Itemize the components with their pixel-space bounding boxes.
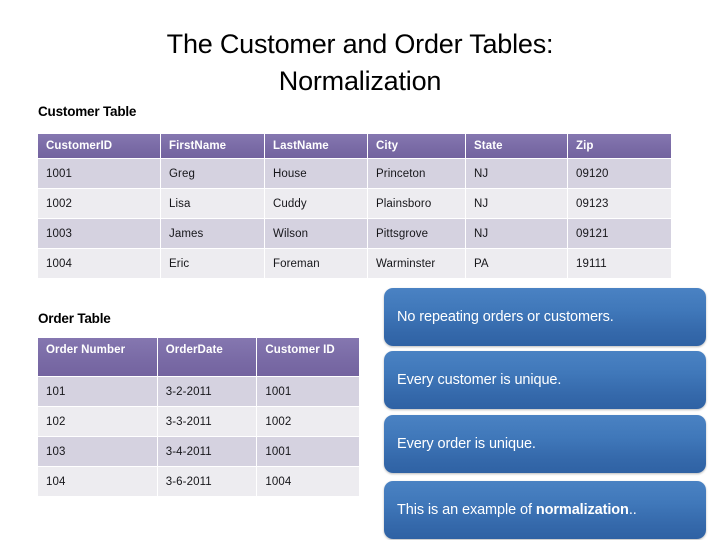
cell-orderdate: 3-4-2011 (157, 437, 257, 466)
cell-order-number: 103 (38, 437, 157, 466)
cell-customerid: 1002 (38, 189, 160, 218)
cell-customerid: 1004 (38, 249, 160, 278)
page-title: The Customer and Order Tables: Normaliza… (60, 26, 660, 100)
cell-city: Plainsboro (368, 189, 465, 218)
table-row: 102 3-3-2011 1002 (38, 407, 359, 436)
column-header-firstname: FirstName (161, 134, 264, 158)
cell-firstname: Lisa (161, 189, 264, 218)
cell-orderdate: 3-3-2011 (157, 407, 257, 436)
callout-customer-unique: Every customer is unique. (384, 351, 706, 409)
table-row: 1004 Eric Foreman Warminster PA 19111 (38, 249, 671, 278)
order-table-label: Order Table (38, 311, 111, 326)
callout-text-prefix: This is an example of (397, 502, 536, 518)
cell-customer-id: 1001 (257, 377, 359, 406)
page-title-line-2: Normalization (278, 66, 442, 96)
cell-customer-id: 1004 (257, 467, 359, 496)
cell-zip: 19111 (568, 249, 671, 278)
cell-customer-id: 1002 (257, 407, 359, 436)
cell-lastname: Cuddy (265, 189, 367, 218)
cell-customerid: 1003 (38, 219, 160, 248)
table-row: 103 3-4-2011 1001 (38, 437, 359, 466)
cell-city: Warminster (368, 249, 465, 278)
cell-lastname: Wilson (265, 219, 367, 248)
cell-lastname: House (265, 159, 367, 188)
column-header-zip: Zip (568, 134, 671, 158)
callout-no-repeating: No repeating orders or customers. (384, 288, 706, 346)
customer-table-label: Customer Table (38, 104, 137, 119)
column-header-lastname: LastName (265, 134, 367, 158)
cell-firstname: Eric (161, 249, 264, 278)
cell-zip: 09123 (568, 189, 671, 218)
callout-normalization-example: This is an example of normalization.. (384, 481, 706, 539)
table-row: 1001 Greg House Princeton NJ 09120 (38, 159, 671, 188)
cell-customer-id: 1001 (257, 437, 359, 466)
cell-city: Princeton (368, 159, 465, 188)
column-header-city: City (368, 134, 465, 158)
callout-text-suffix: .. (628, 502, 637, 518)
callout-text-bold: normalization (535, 502, 629, 518)
cell-state: NJ (466, 189, 567, 218)
cell-order-number: 101 (38, 377, 157, 406)
column-header-customer-id: Customer ID (257, 338, 359, 376)
cell-lastname: Foreman (265, 249, 367, 278)
cell-orderdate: 3-2-2011 (157, 377, 257, 406)
cell-firstname: James (161, 219, 264, 248)
cell-order-number: 104 (38, 467, 157, 496)
page-title-line-1: The Customer and Order Tables: (166, 29, 554, 59)
cell-state: PA (466, 249, 567, 278)
cell-state: NJ (466, 219, 567, 248)
column-header-order-number: Order Number (38, 338, 157, 376)
order-table-header-row: Order Number OrderDate Customer ID (38, 338, 359, 376)
cell-zip: 09120 (568, 159, 671, 188)
cell-firstname: Greg (161, 159, 264, 188)
column-header-state: State (466, 134, 567, 158)
customer-table: CustomerID FirstName LastName City State… (37, 133, 672, 279)
callout-text: Every order is unique. (397, 436, 536, 452)
cell-state: NJ (466, 159, 567, 188)
order-table: Order Number OrderDate Customer ID 101 3… (37, 337, 360, 497)
column-header-customerid: CustomerID (38, 134, 160, 158)
table-row: 1002 Lisa Cuddy Plainsboro NJ 09123 (38, 189, 671, 218)
cell-zip: 09121 (568, 219, 671, 248)
table-row: 101 3-2-2011 1001 (38, 377, 359, 406)
column-header-orderdate: OrderDate (157, 338, 257, 376)
table-row: 1003 James Wilson Pittsgrove NJ 09121 (38, 219, 671, 248)
callout-order-unique: Every order is unique. (384, 415, 706, 473)
cell-order-number: 102 (38, 407, 157, 436)
cell-city: Pittsgrove (368, 219, 465, 248)
customer-table-header-row: CustomerID FirstName LastName City State… (38, 134, 671, 158)
cell-customerid: 1001 (38, 159, 160, 188)
callout-text: No repeating orders or customers. (397, 309, 614, 325)
callout-text-rich: This is an example of normalization.. (397, 501, 637, 519)
callout-text: Every customer is unique. (397, 372, 562, 388)
cell-orderdate: 3-6-2011 (157, 467, 257, 496)
table-row: 104 3-6-2011 1004 (38, 467, 359, 496)
